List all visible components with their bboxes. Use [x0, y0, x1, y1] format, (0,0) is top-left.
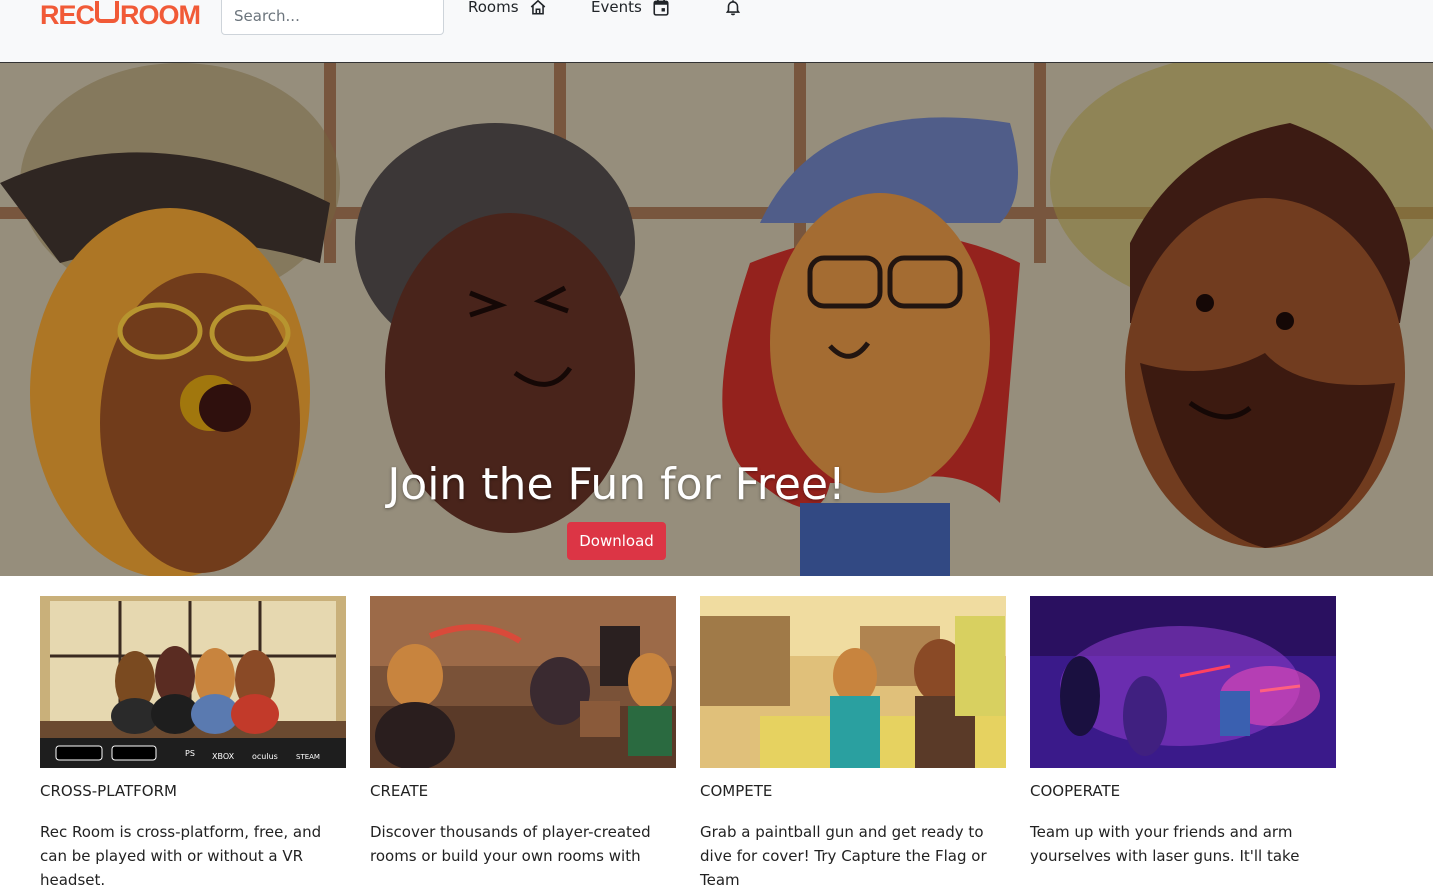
card-title: COMPETE — [700, 782, 773, 800]
card-text: Rec Room is cross-platform, free, and ca… — [40, 823, 322, 889]
nav-rooms-label: Rooms — [468, 0, 519, 16]
feature-card-compete: COMPETE Grab a paintball gun and get rea… — [700, 596, 1006, 892]
hero-title: Join the Fun for Free! — [387, 459, 846, 510]
nav-events-label: Events — [591, 0, 642, 16]
card-text: Team up with your friends and arm yourse… — [1030, 823, 1300, 865]
feature-card-create: CREATE Discover thousands of player-crea… — [370, 596, 676, 868]
card-title: CREATE — [370, 782, 429, 800]
cooperate-image — [1030, 596, 1336, 768]
logo-text-left: REC — [40, 0, 95, 30]
logo-cup-icon — [95, 1, 120, 23]
cross-platform-image: PS XBOX oculus STEAM — [40, 596, 346, 768]
svg-text:STEAM: STEAM — [296, 753, 320, 761]
search-input[interactable] — [221, 0, 444, 35]
hero-banner: Join the Fun for Free! Download — [0, 63, 1433, 576]
bell-icon — [725, 0, 741, 16]
card-text: Grab a paintball gun and get ready to di… — [700, 823, 987, 889]
svg-text:XBOX: XBOX — [212, 752, 235, 761]
feature-card-cooperate: COOPERATE Team up with your friends and … — [1030, 596, 1336, 868]
compete-image — [700, 596, 1006, 768]
feature-card-cross-platform: PS XBOX oculus STEAM CROSS-PLATFORM Rec … — [40, 596, 346, 892]
nav-events[interactable]: Events — [591, 0, 670, 16]
card-title: COOPERATE — [1030, 782, 1121, 800]
card-text: Discover thousands of player-created roo… — [370, 823, 651, 865]
nav-rooms[interactable]: Rooms — [468, 0, 547, 16]
logo-text-right: ROOM — [120, 0, 201, 30]
rec-room-logo[interactable]: REC ROOM — [40, 0, 201, 30]
download-button[interactable]: Download — [567, 522, 666, 560]
house-icon — [530, 0, 545, 15]
create-image — [370, 596, 676, 768]
svg-text:oculus: oculus — [252, 752, 278, 761]
calendar-icon — [653, 0, 669, 16]
nav-notifications[interactable] — [724, 0, 742, 16]
top-navbar: REC ROOM Rooms Events — [0, 0, 1433, 63]
card-title: CROSS-PLATFORM — [40, 782, 177, 800]
svg-text:PS: PS — [185, 749, 195, 758]
